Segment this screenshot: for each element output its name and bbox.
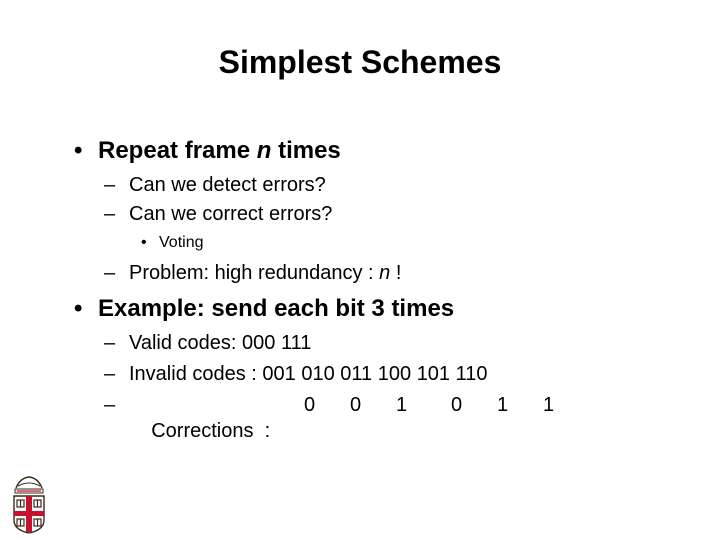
label: Invalid codes : <box>129 363 263 385</box>
sub-item-correct: Can we correct errors? <box>129 203 333 225</box>
dash-marker: – <box>104 174 116 196</box>
sub-item-valid-codes: Valid codes: 000 111 <box>129 330 311 356</box>
code: 001 <box>262 363 296 385</box>
bullet-text: times <box>271 137 341 164</box>
dash-marker: – <box>104 363 116 385</box>
dash-marker: – <box>104 203 116 225</box>
correction-value: 0 <box>451 394 463 416</box>
shield-icon <box>13 495 45 534</box>
correction-value: 0 <box>304 394 316 416</box>
code: 010 <box>301 363 335 385</box>
dash-marker: – <box>104 262 116 284</box>
sub-item-problem: Problem: high redundancy : n ! <box>129 260 401 286</box>
crest-scroll-icon <box>14 476 44 494</box>
sub-sub-item-voting: Voting <box>159 234 204 251</box>
correction-value: 1 <box>396 394 408 416</box>
label: Valid codes: <box>129 332 243 354</box>
slide-title: Simplest Schemes <box>218 44 502 80</box>
code: 101 <box>416 363 451 385</box>
code: 100 <box>377 363 412 385</box>
sub-item-corrections: Corrections : <box>129 392 276 470</box>
sub-item-invalid-codes: Invalid codes : 001 010 011 100 101 110 <box>129 361 488 387</box>
bullet-text: Repeat frame <box>98 137 257 164</box>
sub-item-text: Problem: high redundancy : <box>129 262 380 284</box>
bullet-marker-small: • <box>141 234 147 251</box>
code: 111 <box>280 332 312 354</box>
bullet-repeat-frame: Repeat frame n times <box>98 136 341 166</box>
code: 110 <box>455 363 488 385</box>
bullet-marker: • <box>74 295 83 322</box>
italic-n: n <box>379 262 391 284</box>
bullet-example: Example: send each bit 3 times <box>98 295 455 322</box>
dash-marker: – <box>104 394 116 416</box>
code: 011 <box>340 363 373 385</box>
sub-item-text: ! <box>390 262 402 284</box>
correction-value: 1 <box>543 394 555 416</box>
correction-value: 1 <box>497 394 509 416</box>
university-shield-logo <box>13 476 45 534</box>
italic-n: n <box>256 137 272 164</box>
bullet-marker: • <box>74 137 83 164</box>
code: 000 <box>242 332 276 354</box>
correction-value: 0 <box>350 394 362 416</box>
label: Corrections : <box>151 420 276 442</box>
sub-item-detect: Can we detect errors? <box>129 174 326 196</box>
dash-marker: – <box>104 332 116 354</box>
